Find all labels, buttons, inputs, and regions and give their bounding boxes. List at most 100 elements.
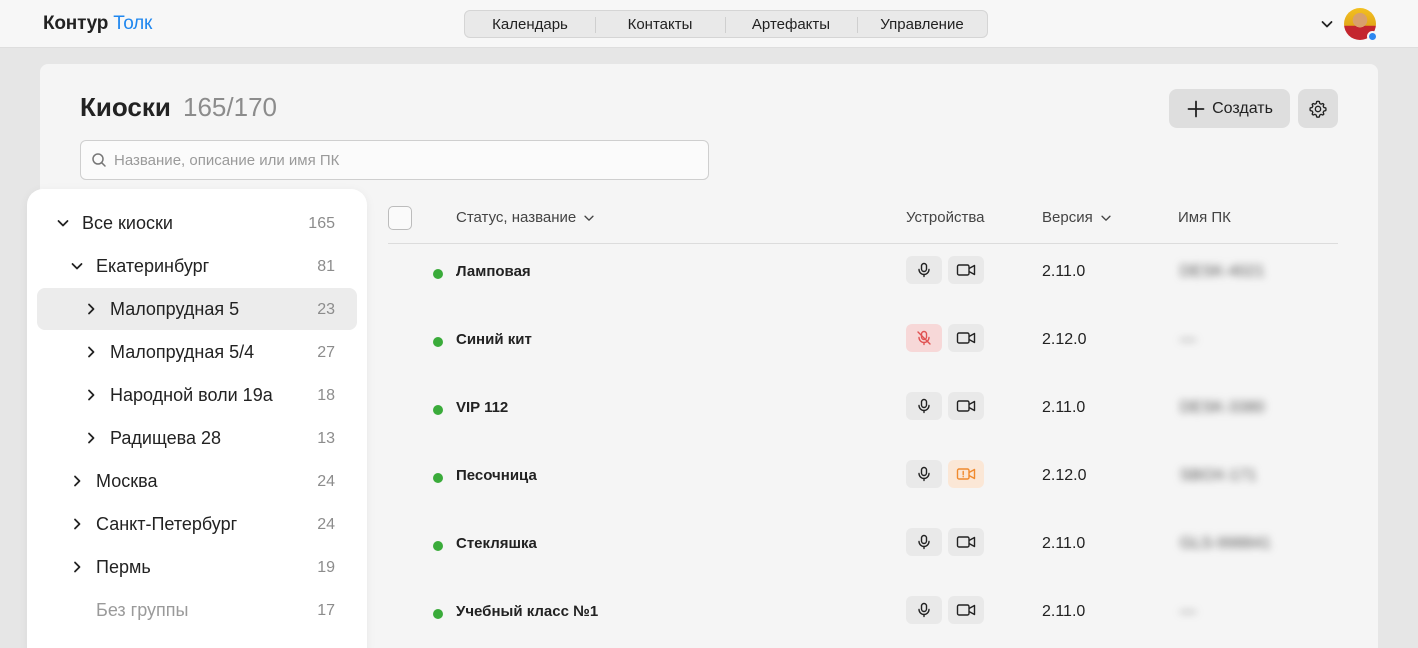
pc-name: — (1180, 331, 1196, 348)
camera-icon (956, 400, 976, 412)
camera-status[interactable] (948, 324, 984, 352)
kiosk-name: Учебный класс №1 (456, 603, 599, 620)
tree-item-label: Радищева 28 (110, 428, 221, 448)
tree-item-count: 19 (317, 559, 335, 576)
status-online-indicator (433, 405, 443, 415)
chevron-down-icon[interactable] (1319, 16, 1335, 32)
chevron-right-icon[interactable] (69, 559, 85, 575)
chevron-down-icon (1101, 215, 1111, 221)
table-row[interactable]: Ламповая 2.11.0 DESK-4021 (388, 240, 1338, 308)
mic-status[interactable] (906, 596, 942, 624)
tab-artifacts[interactable]: Артефакты (725, 11, 857, 37)
tree-item-moscow[interactable]: Москва 24 (47, 460, 335, 502)
top-bar: Контур Толк Календарь Контакты Артефакты… (0, 0, 1418, 48)
kiosk-version: 2.11.0 (1042, 263, 1086, 280)
tree-item-all[interactable]: Все киоски 165 (47, 202, 335, 244)
microphone-icon (918, 534, 930, 550)
online-indicator (1367, 31, 1378, 42)
chevron-right-icon[interactable] (69, 473, 85, 489)
tree-item-count: 24 (317, 473, 335, 490)
logo-main: Контур (43, 13, 109, 34)
logo-accent: Толк (113, 13, 153, 34)
tree-item-label: Москва (96, 471, 158, 491)
tree-item-count: 24 (317, 516, 335, 533)
plus-icon (1187, 100, 1205, 117)
table-row[interactable]: Песочница 2.12.0 SBOX-171 (388, 444, 1338, 512)
mic-status[interactable] (906, 528, 942, 556)
tree-item-maloprudnaya-5[interactable]: Малопрудная 5 23 (37, 288, 357, 330)
mic-status[interactable] (906, 460, 942, 488)
column-header-label: Версия (1042, 209, 1093, 226)
create-button[interactable]: Создать (1169, 89, 1290, 128)
kiosk-name: Синий кит (456, 331, 532, 348)
tab-contacts[interactable]: Контакты (595, 11, 725, 37)
status-online-indicator (433, 609, 443, 619)
kiosk-version: 2.12.0 (1042, 331, 1087, 348)
table-row[interactable]: Учебный класс №1 2.11.0 — (388, 580, 1338, 648)
tree-item-narodnoy-voli[interactable]: Народной воли 19а 18 (47, 374, 335, 416)
sort-version[interactable]: Версия (1042, 209, 1113, 226)
column-header-label: Имя ПК (1178, 209, 1231, 226)
chevron-down-icon[interactable] (55, 215, 71, 231)
camera-status[interactable] (948, 528, 984, 556)
status-online-indicator (433, 337, 443, 347)
table-row[interactable]: Стекляшка 2.11.0 GLS-998841 (388, 512, 1338, 580)
chevron-right-icon[interactable] (69, 516, 85, 532)
microphone-icon (918, 398, 930, 414)
gear-icon (1309, 100, 1327, 118)
status-online-indicator (433, 473, 443, 483)
column-devices: Устройства (906, 209, 984, 226)
mic-status[interactable] (906, 324, 942, 352)
table-row[interactable]: VIP 112 2.11.0 DESK-3380 (388, 376, 1338, 444)
sort-status-name[interactable]: Статус, название (456, 209, 596, 226)
mic-status[interactable] (906, 392, 942, 420)
kiosk-count: 165/170 (183, 92, 277, 122)
camera-status[interactable] (948, 596, 984, 624)
chevron-right-icon[interactable] (83, 301, 99, 317)
chevron-right-icon[interactable] (83, 344, 99, 360)
tree-item-count: 165 (308, 215, 335, 232)
search-box (80, 140, 709, 180)
select-all-checkbox[interactable] (388, 206, 412, 230)
settings-button[interactable] (1298, 89, 1338, 128)
app-logo[interactable]: Контур Толк (43, 13, 152, 35)
avatar[interactable] (1344, 8, 1378, 42)
chevron-down-icon (584, 215, 594, 221)
groups-tree: Все киоски 165 Екатеринбург 81 Малопрудн… (27, 189, 367, 648)
camera-status[interactable] (948, 256, 984, 284)
status-online-indicator (433, 269, 443, 279)
status-online-indicator (433, 541, 443, 551)
pc-name: SBOX-171 (1180, 467, 1257, 484)
mic-status[interactable] (906, 256, 942, 284)
tree-item-label: Пермь (96, 557, 151, 577)
camera-status[interactable] (948, 392, 984, 420)
camera-icon (956, 604, 976, 616)
tree-item-count: 13 (317, 430, 335, 447)
kiosk-version: 2.12.0 (1042, 467, 1087, 484)
camera-status[interactable] (948, 460, 984, 488)
table-row[interactable]: Синий кит 2.12.0 — (388, 308, 1338, 376)
table-header: Статус, название Устройства Версия Имя П… (388, 196, 1338, 244)
tree-item-maloprudnaya-5-4[interactable]: Малопрудная 5/4 27 (47, 331, 335, 373)
pc-name: DESK-3380 (1180, 399, 1265, 416)
search-input[interactable] (114, 147, 694, 173)
kiosk-name: Ламповая (456, 263, 531, 280)
tree-item-perm[interactable]: Пермь 19 (47, 546, 335, 588)
tab-management[interactable]: Управление (857, 11, 987, 37)
tree-item-label: Малопрудная 5 (110, 299, 240, 319)
kiosk-version: 2.11.0 (1042, 603, 1086, 620)
tree-item-radishcheva[interactable]: Радищева 28 13 (47, 417, 335, 459)
microphone-icon (918, 602, 930, 618)
tree-item-ekaterinburg[interactable]: Екатеринбург 81 (47, 245, 335, 287)
tree-item-label: Малопрудная 5/4 (110, 342, 255, 362)
column-header-label: Устройства (906, 209, 985, 226)
tree-item-label: Без группы (96, 600, 189, 620)
tree-item-no-group[interactable]: Без группы 17 (47, 589, 335, 631)
chevron-right-icon[interactable] (83, 430, 99, 446)
tree-item-spb[interactable]: Санкт-Петербург 24 (47, 503, 335, 545)
column-pc-name: Имя ПК (1178, 209, 1231, 226)
tab-calendar[interactable]: Календарь (465, 11, 595, 37)
tree-item-label: Народной воли 19а (110, 385, 273, 405)
chevron-down-icon[interactable] (69, 258, 85, 274)
chevron-right-icon[interactable] (83, 387, 99, 403)
